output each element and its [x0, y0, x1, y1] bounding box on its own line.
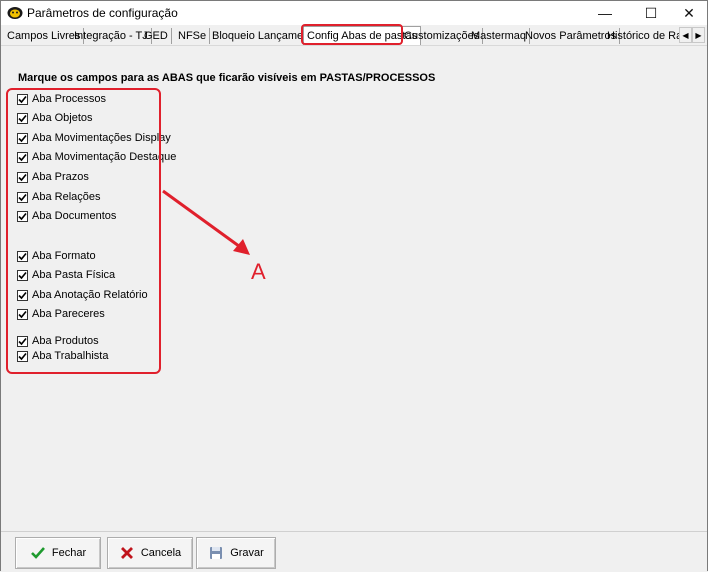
checkmark-icon	[18, 114, 27, 122]
checkbox[interactable]	[17, 289, 28, 301]
chevron-right-icon: ▶	[695, 30, 702, 40]
checkbox-row[interactable]: Aba Processos	[17, 92, 106, 106]
tab-historico-de-rateio[interactable]: Histórico de Rateio	[604, 28, 681, 44]
checkmark-icon	[18, 337, 27, 345]
tab-mastermaq[interactable]: Mastermaq	[468, 28, 531, 44]
red-x-icon	[120, 547, 133, 559]
checkbox[interactable]	[17, 269, 28, 281]
checkbox[interactable]	[17, 350, 28, 362]
checkbox[interactable]	[17, 210, 28, 222]
title-bar: Parâmetros de configuração — ☐ ✕	[1, 1, 707, 25]
close-button[interactable]: ✕	[666, 1, 708, 25]
checkbox-label: Aba Movimentações Display	[32, 132, 171, 144]
annotation-letter: A	[251, 259, 266, 284]
checkbox[interactable]	[17, 151, 28, 163]
config-window: Parâmetros de configuração — ☐ ✕ Campos …	[0, 0, 708, 572]
checkmark-icon	[18, 173, 27, 181]
checkbox-label: Aba Pasta Física	[32, 269, 116, 281]
minimize-button[interactable]: —	[582, 1, 628, 25]
checkbox-label: Aba Prazos	[32, 171, 89, 183]
checkbox-row[interactable]: Aba Anotação Relatório	[17, 288, 148, 302]
checkbox-row[interactable]: Aba Pareceres	[17, 307, 105, 321]
checkbox-label: Aba Formato	[32, 250, 96, 262]
lion-logo-icon	[7, 7, 23, 19]
tab-scroll-arrows: ◀ ▶	[679, 27, 705, 43]
checkmark-icon	[18, 291, 27, 299]
cancela-button[interactable]: Cancela	[107, 537, 193, 569]
checkbox[interactable]	[17, 335, 28, 347]
tab-scroll-left-button[interactable]: ◀	[679, 27, 692, 43]
checkbox[interactable]	[17, 93, 28, 105]
tab-strip: Campos Livres Integração - TJ GED NFSe B…	[1, 26, 707, 46]
checkbox[interactable]	[17, 171, 28, 183]
checkbox-label: Aba Objetos	[32, 112, 93, 124]
checkmark-icon	[18, 212, 27, 220]
tab-nfse[interactable]: NFSe	[175, 28, 211, 44]
checkbox-label: Aba Produtos	[32, 335, 99, 347]
checkbox[interactable]	[17, 308, 28, 320]
checkmark-icon	[18, 252, 27, 260]
checkbox-label: Aba Processos	[32, 93, 106, 105]
checkbox-row[interactable]: Aba Produtos	[17, 334, 99, 348]
green-check-icon	[30, 547, 45, 559]
checkbox-row[interactable]: Aba Formato	[17, 249, 96, 263]
fechar-button[interactable]: Fechar	[15, 537, 101, 569]
checkbox[interactable]	[17, 132, 28, 144]
tab-ged[interactable]: GED	[141, 28, 172, 44]
save-disk-icon	[210, 547, 223, 559]
checkbox-label: Aba Anotação Relatório	[32, 289, 148, 301]
checkmark-icon	[18, 310, 27, 318]
instruction-text: Marque os campos para as ABAS que ficarã…	[18, 72, 436, 84]
checkmark-icon	[18, 271, 27, 279]
tab-integracao-tj[interactable]: Integração - TJ	[71, 28, 152, 44]
checkbox-label: Aba Trabalhista	[32, 350, 109, 362]
chevron-left-icon: ◀	[682, 30, 689, 40]
checkbox-label: Aba Documentos	[32, 210, 117, 222]
checkbox[interactable]	[17, 250, 28, 262]
checkmark-icon	[18, 153, 27, 161]
checkbox-row[interactable]: Aba Pasta Física	[17, 268, 115, 282]
checkmark-icon	[18, 352, 27, 360]
gravar-label: Gravar	[230, 547, 264, 559]
checkbox-row[interactable]: Aba Relações	[17, 190, 101, 204]
window-title: Parâmetros de configuração	[27, 6, 178, 20]
checkbox-row[interactable]: Aba Objetos	[17, 111, 93, 125]
cancela-label: Cancela	[140, 547, 182, 559]
checkbox[interactable]	[17, 112, 28, 124]
checkbox-label: Aba Pareceres	[32, 308, 105, 320]
checkbox-row[interactable]: Aba Movimentações Display	[17, 131, 171, 145]
checkmark-icon	[18, 134, 27, 142]
maximize-icon: ☐	[644, 4, 658, 21]
gravar-button[interactable]: Gravar	[196, 537, 276, 569]
checkmark-icon	[18, 193, 27, 201]
fechar-label: Fechar	[51, 547, 87, 559]
checkbox-label: Aba Movimentação Destaque	[32, 151, 177, 163]
close-icon: ✕	[683, 4, 695, 21]
checkbox-row[interactable]: Aba Documentos	[17, 209, 116, 223]
checkbox-label: Aba Relações	[32, 191, 101, 203]
checkbox[interactable]	[17, 191, 28, 203]
checkbox-row[interactable]: Aba Movimentação Destaque	[17, 150, 176, 164]
checkbox-row[interactable]: Aba Trabalhista	[17, 349, 108, 363]
tab-scroll-right-button[interactable]: ▶	[692, 27, 705, 43]
checkmark-icon	[18, 95, 27, 103]
checkbox-row[interactable]: Aba Prazos	[17, 170, 89, 184]
minimize-icon: —	[598, 5, 612, 21]
